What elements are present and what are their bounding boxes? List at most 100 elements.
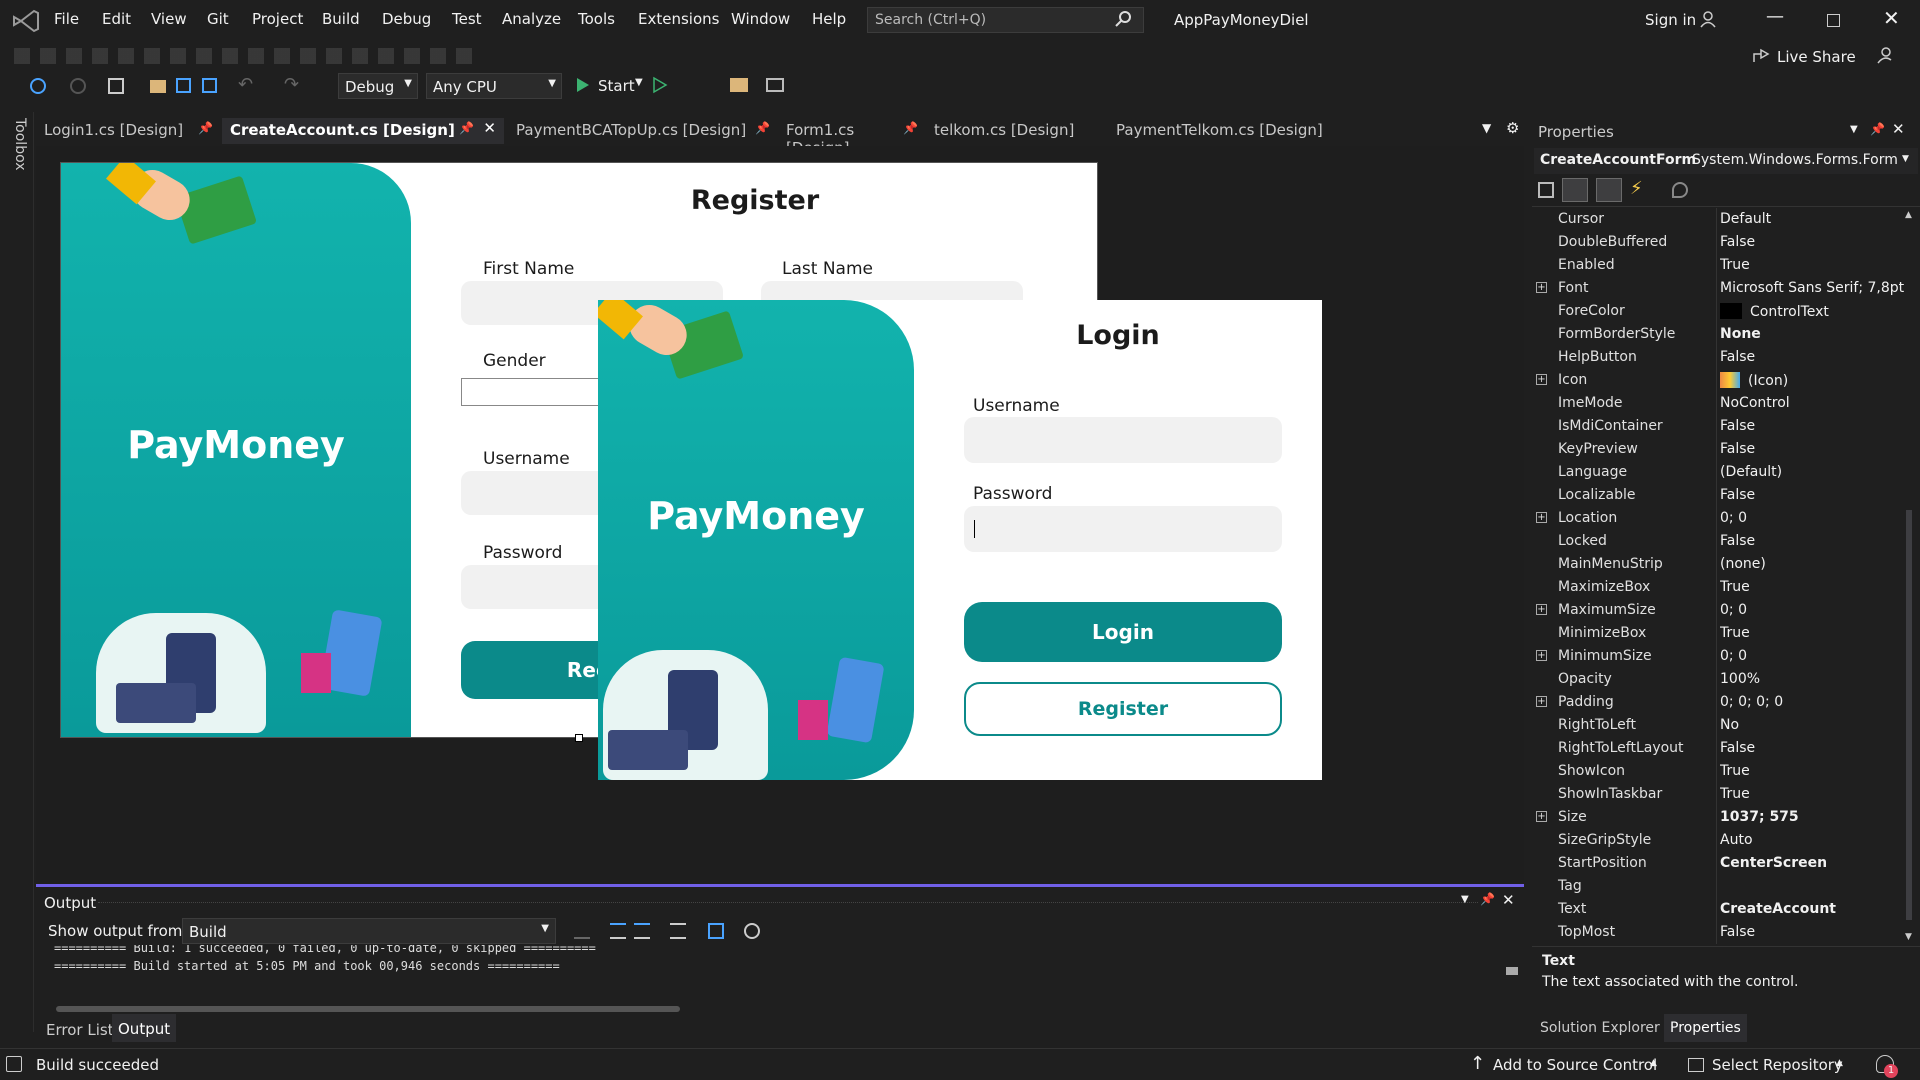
property-row-topmost[interactable]: TopMost False — [1552, 921, 1920, 944]
menu-view[interactable]: View — [151, 10, 187, 28]
property-row-minimizebox[interactable]: MinimizeBox True — [1552, 622, 1920, 645]
property-value[interactable]: (none) — [1720, 556, 1920, 572]
property-value[interactable]: True — [1720, 625, 1920, 641]
property-row-righttoleft[interactable]: RightToLeft No — [1552, 714, 1920, 737]
property-row-maximizebox[interactable]: MaximizeBox True — [1552, 576, 1920, 599]
toolbox-tab[interactable]: Toolbox — [12, 118, 28, 171]
pin-icon[interactable]: 📌 — [459, 121, 474, 135]
property-value[interactable]: False — [1720, 234, 1920, 250]
property-value[interactable]: Microsoft Sans Serif; 7,8pt — [1720, 280, 1920, 296]
gender-select[interactable] — [461, 378, 601, 406]
configuration-select[interactable]: Debug ▼ — [338, 73, 418, 99]
property-row-forecolor[interactable]: ForeColor ControlText — [1552, 300, 1920, 323]
menu-edit[interactable]: Edit — [102, 10, 131, 28]
property-value[interactable]: False — [1720, 441, 1920, 457]
menu-extensions[interactable]: Extensions — [638, 10, 719, 28]
start-dropdown-icon[interactable]: ▼ — [635, 77, 643, 88]
property-row-righttoleftlayout[interactable]: RightToLeftLayout False — [1552, 737, 1920, 760]
tab-telkom-design[interactable]: telkom.cs [Design] — [926, 118, 1108, 144]
login-form[interactable]: PayMoney Login Username Password Login R… — [598, 300, 1322, 780]
property-value[interactable]: False — [1720, 533, 1920, 549]
tab-error-list[interactable]: Error List — [46, 1021, 114, 1039]
menu-tools[interactable]: Tools — [578, 10, 615, 28]
expand-icon[interactable]: + — [1536, 604, 1547, 615]
menu-help[interactable]: Help — [812, 10, 846, 28]
expand-icon[interactable]: + — [1536, 282, 1547, 293]
menu-window[interactable]: Window — [731, 10, 790, 28]
output-close-icon[interactable]: ✕ — [1502, 891, 1515, 909]
output-toolbar-icons[interactable] — [574, 921, 824, 941]
property-row-doublebuffered[interactable]: DoubleBuffered False — [1552, 231, 1920, 254]
tab-form1-design[interactable]: Form1.cs [Design]📌 — [778, 118, 926, 157]
login-register-button[interactable]: Register — [964, 682, 1282, 736]
menu-analyze[interactable]: Analyze — [502, 10, 561, 28]
tab-paymenttelkom-design[interactable]: PaymentTelkom.cs [Design] — [1108, 118, 1388, 144]
back-icon[interactable] — [30, 78, 46, 94]
property-row-showintaskbar[interactable]: ShowInTaskbar True — [1552, 783, 1920, 806]
property-value[interactable]: False — [1720, 740, 1920, 756]
property-row-helpbutton[interactable]: HelpButton False — [1552, 346, 1920, 369]
sign-in-link[interactable]: Sign in — [1645, 11, 1696, 29]
redo-icon[interactable]: ↷ — [284, 74, 299, 95]
property-value[interactable]: None — [1720, 326, 1920, 342]
restore-button[interactable] — [1827, 14, 1840, 27]
object-selector[interactable]: CreateAccountForm System.Windows.Forms.F… — [1534, 148, 1918, 174]
property-row-imemode[interactable]: ImeMode NoControl — [1552, 392, 1920, 415]
output-dropdown-icon[interactable]: ▼ — [1461, 894, 1469, 905]
property-row-keypreview[interactable]: KeyPreview False — [1552, 438, 1920, 461]
tab-output[interactable]: Output — [112, 1014, 177, 1042]
search-input[interactable]: Search (Ctrl+Q) — [867, 7, 1144, 33]
output-pin-icon[interactable]: 📌 — [1480, 892, 1495, 906]
property-pages-icon[interactable] — [1672, 182, 1688, 198]
property-row-opacity[interactable]: Opacity 100% — [1552, 668, 1920, 691]
tab-paymentbcatopup-design[interactable]: PaymentBCATopUp.cs [Design] 📌 — [508, 118, 778, 144]
property-value[interactable]: True — [1720, 786, 1920, 802]
property-row-tag[interactable]: Tag — [1552, 875, 1920, 898]
property-row-startposition[interactable]: StartPosition CenterScreen — [1552, 852, 1920, 875]
tab-solution-explorer[interactable]: Solution Explorer — [1540, 1020, 1660, 1036]
start-button[interactable]: Start — [598, 77, 635, 95]
props-close-icon[interactable]: ✕ — [1892, 120, 1905, 138]
property-value[interactable]: 0; 0 — [1720, 602, 1920, 618]
property-row-icon[interactable]: + Icon (Icon) — [1536, 369, 1920, 392]
expand-icon[interactable]: + — [1536, 650, 1547, 661]
repository-caret-icon[interactable]: ▲ — [1836, 1058, 1843, 1068]
property-value[interactable]: False — [1720, 924, 1920, 940]
property-value[interactable]: (Icon) — [1720, 372, 1920, 389]
property-row-mainmenustrip[interactable]: MainMenuStrip (none) — [1552, 553, 1920, 576]
property-value[interactable]: True — [1720, 763, 1920, 779]
platform-select[interactable]: Any CPU ▼ — [426, 73, 562, 99]
events-icon[interactable]: ⚡ — [1630, 178, 1643, 199]
expand-icon[interactable]: + — [1536, 374, 1547, 385]
property-row-enabled[interactable]: Enabled True — [1552, 254, 1920, 277]
tab-properties[interactable]: Properties — [1664, 1014, 1747, 1042]
properties-icon[interactable] — [1596, 178, 1622, 202]
menu-project[interactable]: Project — [252, 10, 303, 28]
feedback-icon[interactable] — [1876, 46, 1894, 64]
minimize-button[interactable]: — — [1766, 6, 1784, 27]
property-value[interactable]: 1037; 575 — [1720, 809, 1920, 825]
select-repository-button[interactable]: Select Repository — [1712, 1056, 1843, 1074]
output-source-select[interactable]: Build ▼ — [182, 918, 556, 944]
props-pin-icon[interactable]: 📌 — [1870, 122, 1885, 136]
undo-icon[interactable]: ↶ — [238, 74, 253, 95]
menu-build[interactable]: Build — [322, 10, 360, 28]
save-all-icon[interactable] — [202, 78, 217, 93]
property-row-language[interactable]: Language (Default) — [1552, 461, 1920, 484]
property-value[interactable]: False — [1720, 349, 1920, 365]
login-password-field[interactable] — [964, 506, 1282, 552]
property-row-sizegripstyle[interactable]: SizeGripStyle Auto — [1552, 829, 1920, 852]
property-value[interactable]: Default — [1720, 211, 1920, 227]
tab-login1-design[interactable]: Login1.cs [Design] 📌 — [36, 118, 221, 144]
property-value[interactable]: CenterScreen — [1720, 855, 1920, 871]
property-row-showicon[interactable]: ShowIcon True — [1552, 760, 1920, 783]
property-value[interactable]: True — [1720, 579, 1920, 595]
property-row-formborderstyle[interactable]: FormBorderStyle None — [1552, 323, 1920, 346]
pin-icon[interactable]: 📌 — [198, 121, 213, 135]
property-value[interactable]: Auto — [1720, 832, 1920, 848]
open-folder-icon[interactable] — [150, 80, 166, 93]
property-row-location[interactable]: + Location 0; 0 — [1536, 507, 1920, 530]
property-row-cursor[interactable]: Cursor Default — [1552, 208, 1920, 231]
tab-createaccount-design[interactable]: CreateAccount.cs [Design] 📌 ✕ — [222, 118, 504, 144]
property-row-ismdicontainer[interactable]: IsMdiContainer False — [1552, 415, 1920, 438]
